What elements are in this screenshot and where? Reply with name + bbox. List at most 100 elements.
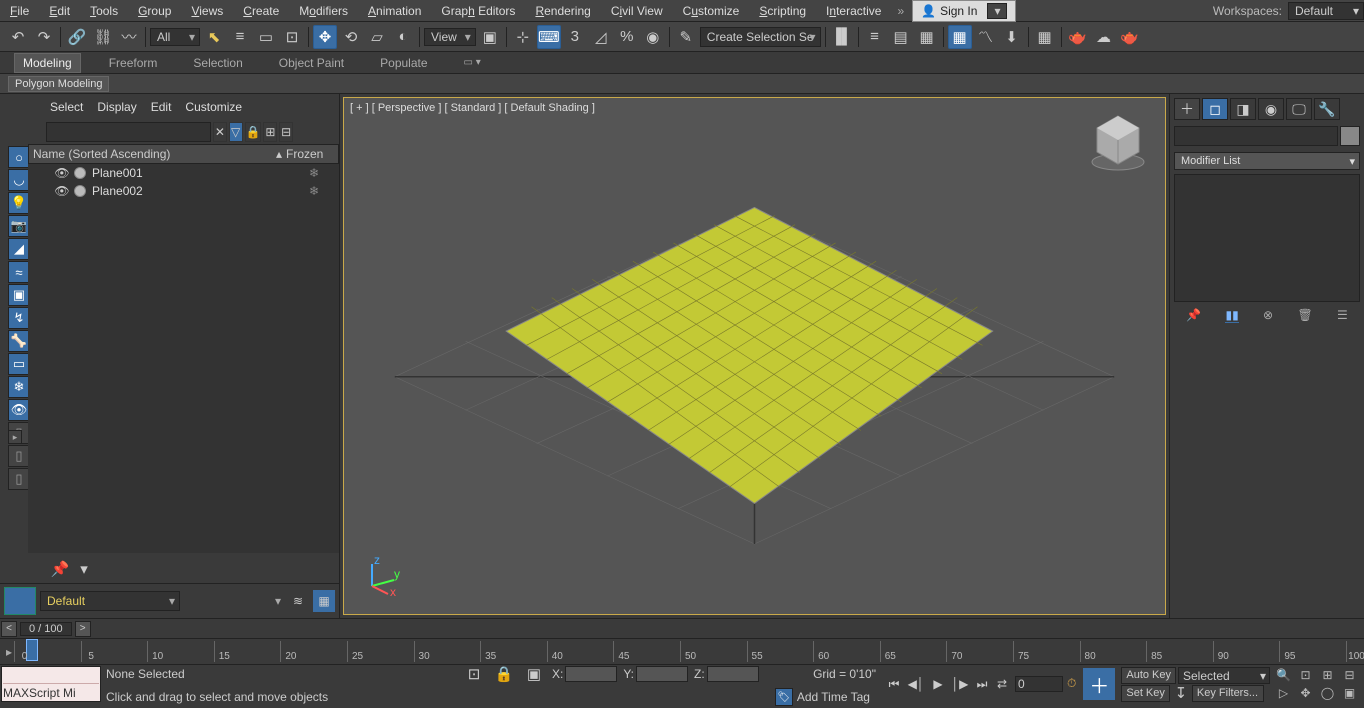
signin-dropdown[interactable]: ▾ xyxy=(987,3,1007,19)
pan-button[interactable]: ✥ xyxy=(1295,685,1316,702)
menu-file[interactable]: File xyxy=(0,1,39,21)
zoom-extents-button[interactable]: ⊞ xyxy=(1317,667,1338,684)
modifier-stack[interactable] xyxy=(1174,174,1360,302)
menu-create[interactable]: Create xyxy=(233,1,289,21)
menu-rendering[interactable]: Rendering xyxy=(525,1,600,21)
render-in-cloud-button[interactable]: ☁ xyxy=(1092,25,1116,49)
maxscript-listener[interactable]: MAXScript Mi xyxy=(1,666,101,702)
scene-explorer-search[interactable] xyxy=(46,122,211,142)
menu-customize[interactable]: Customize xyxy=(673,1,750,21)
render-production-button[interactable]: 🫖 xyxy=(1118,25,1142,49)
menu-interactive[interactable]: Interactive xyxy=(816,1,891,21)
keyboard-shortcut-toggle[interactable]: ⌨ xyxy=(537,25,561,49)
cp-display-tab[interactable]: 🖵 xyxy=(1286,98,1312,120)
layer-btn1[interactable]: ≋ xyxy=(287,590,309,612)
pivot-center-button[interactable]: ▣ xyxy=(478,25,502,49)
menu-scripting[interactable]: Scripting xyxy=(749,1,816,21)
y-coord-input[interactable] xyxy=(636,666,688,682)
add-time-tag-button[interactable]: 🏷Add Time Tag xyxy=(769,688,876,706)
layer-dropdown-icon[interactable]: ▾ xyxy=(273,594,283,608)
time-config-button[interactable]: ⏱ xyxy=(1065,676,1078,691)
move-button[interactable]: ✥ xyxy=(313,25,337,49)
ribbon-tab-objectpaint[interactable]: Object Paint xyxy=(271,54,352,72)
cp-modify-tab[interactable]: ◻ xyxy=(1202,98,1228,120)
lock-icon[interactable]: 🔒 xyxy=(492,662,516,686)
viewcube[interactable] xyxy=(1083,106,1153,176)
column-frozen[interactable]: Frozen xyxy=(286,147,338,161)
visibility-toggle[interactable]: 👁 xyxy=(54,166,70,180)
filter-toggle-button[interactable]: ▽ xyxy=(229,122,243,142)
track-prev-button[interactable]: < xyxy=(1,621,17,637)
lock-selection-icon[interactable]: ⊡ xyxy=(462,662,486,686)
menu-animation[interactable]: Animation xyxy=(358,1,431,21)
zoom-extents-all-button[interactable]: ⊟ xyxy=(1339,667,1360,684)
pin-stack-button[interactable]: 📌 xyxy=(1186,308,1201,323)
angle-snap-button[interactable]: ◿ xyxy=(589,25,613,49)
toggle-ribbon-button[interactable]: ▦ xyxy=(915,25,939,49)
material-editor-button[interactable]: ⬇ xyxy=(1000,25,1024,49)
filter-none2[interactable]: ▯ xyxy=(8,445,30,467)
workspace-selector[interactable]: Default xyxy=(1288,2,1364,20)
render-frame-button[interactable]: 🫖 xyxy=(1066,25,1090,49)
z-coord-input[interactable] xyxy=(707,666,759,682)
mirror-button[interactable]: ▐▌ xyxy=(830,25,854,49)
layer-explorer-button[interactable]: ▤ xyxy=(889,25,913,49)
cp-create-tab[interactable]: ＋ xyxy=(1174,98,1200,120)
x-coord-input[interactable] xyxy=(565,666,617,682)
rotate-button[interactable]: ⟲ xyxy=(339,25,363,49)
object-name[interactable]: Plane002 xyxy=(90,184,289,198)
remove-modifier-button[interactable]: 🗑 xyxy=(1297,308,1312,323)
object-name-field[interactable] xyxy=(1174,126,1338,146)
menu-overflow[interactable]: » xyxy=(891,4,910,18)
unlink-button[interactable]: ⛓ xyxy=(91,25,115,49)
autokey-button[interactable]: Auto Key xyxy=(1121,667,1176,684)
visibility-toggle[interactable]: 👁 xyxy=(54,184,70,198)
ribbon-expand-toggle[interactable]: ▭ ▾ xyxy=(464,57,481,68)
cp-hierarchy-tab[interactable]: ◨ xyxy=(1230,98,1256,120)
ribbon-tab-selection[interactable]: Selection xyxy=(185,54,250,72)
current-color-swatch[interactable] xyxy=(4,587,36,615)
ref-coord-system[interactable]: View xyxy=(424,28,476,46)
edit-named-sel-button[interactable]: ✎ xyxy=(674,25,698,49)
render-setup-button[interactable]: ▦ xyxy=(1033,25,1057,49)
key-target-selector[interactable]: Selected xyxy=(1178,667,1270,684)
key-filter-in-button[interactable]: ↧ xyxy=(1172,685,1190,701)
select-region-rect-button[interactable]: ▭ xyxy=(254,25,278,49)
timeline[interactable]: ▸ 05101520253035404550556065707580859095… xyxy=(0,638,1364,664)
pin-dropdown[interactable]: ▾ xyxy=(72,557,96,581)
clear-search-button[interactable]: ✕ xyxy=(213,122,227,142)
menu-views[interactable]: Views xyxy=(181,1,233,21)
key-filters-button[interactable]: Key Filters... xyxy=(1192,685,1264,702)
undo-button[interactable]: ↶ xyxy=(6,25,30,49)
select-object-button[interactable]: ⬉ xyxy=(202,25,226,49)
menu-tools[interactable]: Tools xyxy=(80,1,128,21)
column-name[interactable]: Name (Sorted Ascending) xyxy=(29,147,272,161)
filter-cameras[interactable]: 📷 xyxy=(8,215,30,237)
menu-modifiers[interactable]: Modifiers xyxy=(289,1,358,21)
track-next-button[interactable]: > xyxy=(75,621,91,637)
named-selection-set[interactable]: Create Selection Se xyxy=(700,27,821,47)
current-frame-input[interactable] xyxy=(1015,676,1063,692)
ribbon-tab-modeling[interactable]: Modeling xyxy=(14,53,81,73)
menu-grapheditors[interactable]: Graph Editors xyxy=(431,1,525,21)
snap-3d-button[interactable]: 3 xyxy=(563,25,587,49)
filter-container[interactable]: ▭ xyxy=(8,353,30,375)
layer-btn2[interactable]: ▦ xyxy=(313,590,335,612)
link-button[interactable]: 🔗 xyxy=(65,25,89,49)
menu-civilview[interactable]: Civil View xyxy=(601,1,673,21)
frozen-toggle[interactable]: ❄ xyxy=(289,184,339,198)
prev-frame-button[interactable]: ◀│ xyxy=(906,674,926,694)
scene-item[interactable]: 👁 Plane001 ❄ xyxy=(28,164,339,182)
goto-end-button[interactable]: ⏭ xyxy=(972,674,992,694)
lock-button[interactable]: 🔒 xyxy=(245,122,262,142)
filter-lights[interactable]: 💡 xyxy=(8,192,30,214)
filter-shapes[interactable]: ◡ xyxy=(8,169,30,191)
object-color-swatch[interactable] xyxy=(74,185,86,197)
zoom-button[interactable]: 🔍 xyxy=(1273,667,1294,684)
ribbon-tab-populate[interactable]: Populate xyxy=(372,54,435,72)
object-color-picker[interactable] xyxy=(1340,126,1360,146)
object-color-swatch[interactable] xyxy=(74,167,86,179)
select-window-crossing-button[interactable]: ⊡ xyxy=(280,25,304,49)
filter-none3[interactable]: ▯ xyxy=(8,468,30,490)
select-by-name-button[interactable]: ≡ xyxy=(228,25,252,49)
